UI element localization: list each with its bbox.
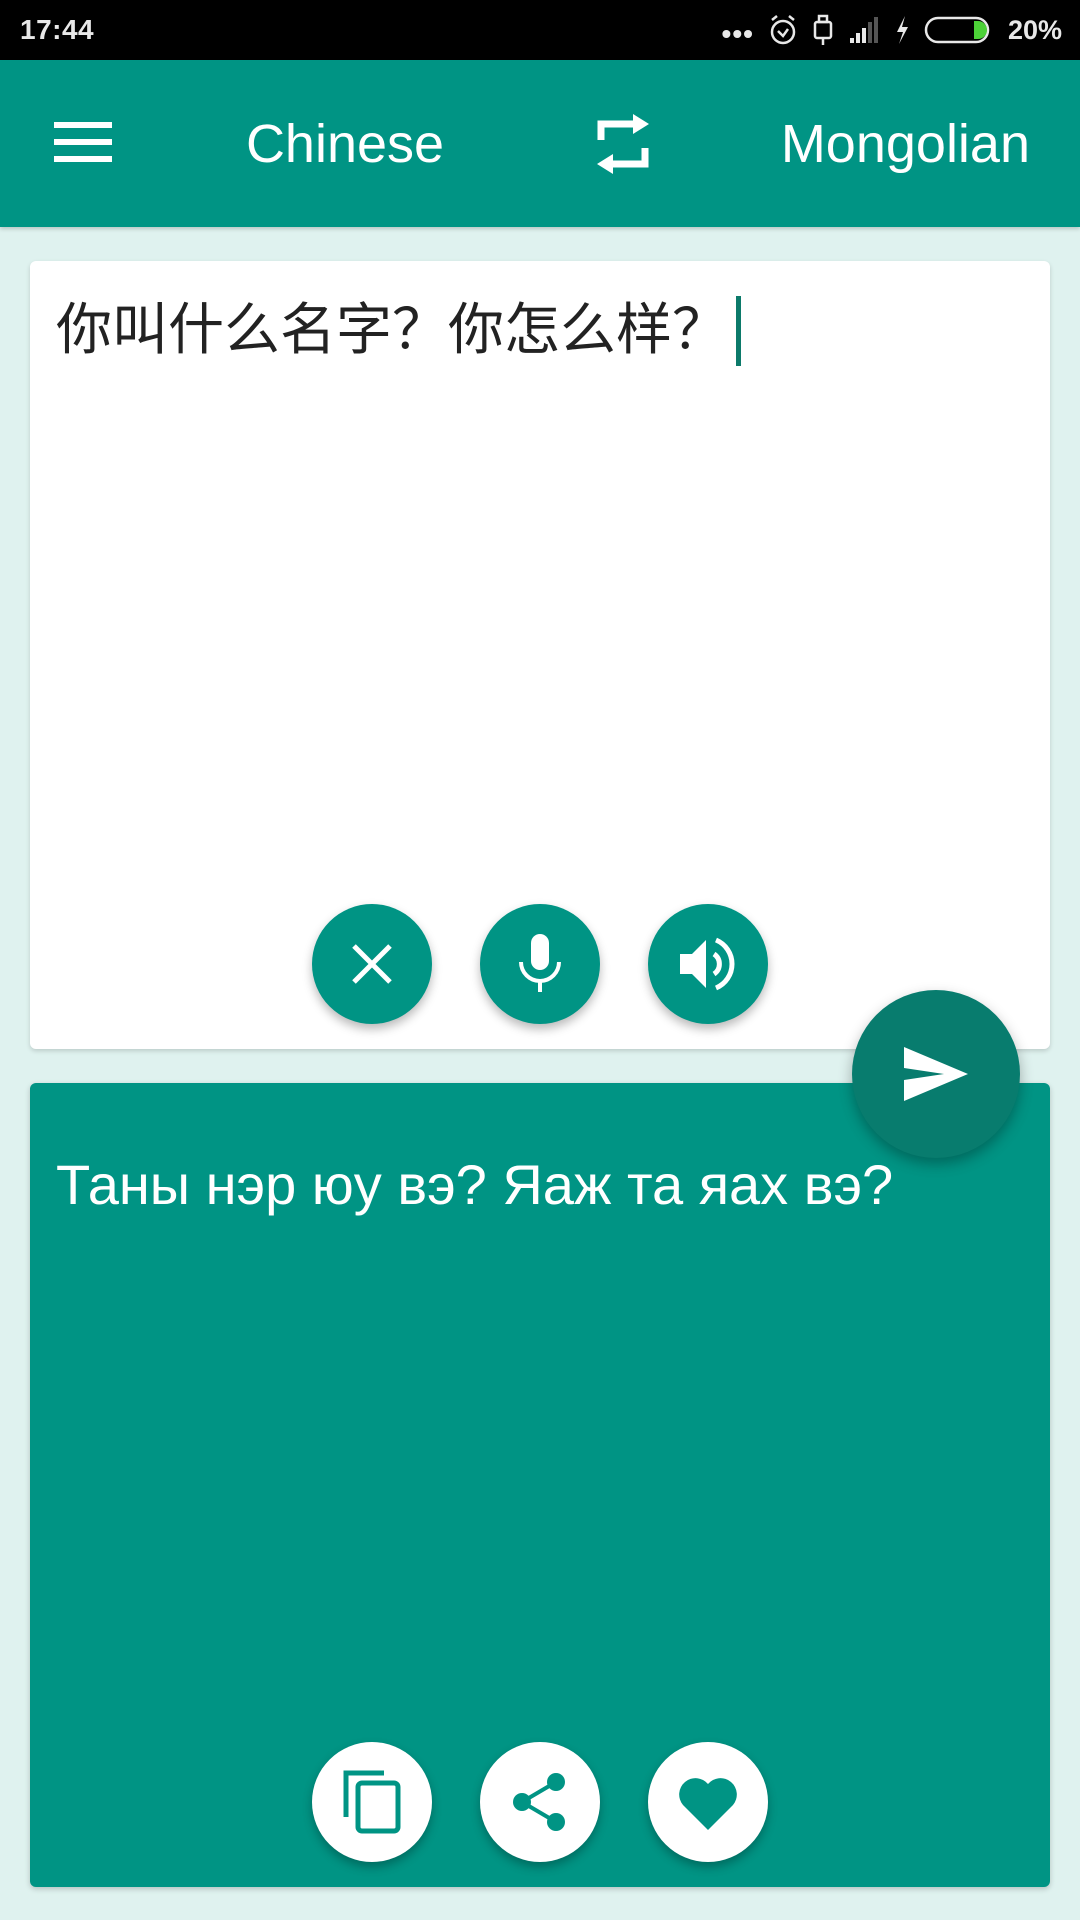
copy-icon [343, 1770, 401, 1834]
app-bar: Chinese Mongolian [0, 60, 1080, 227]
usb-icon [812, 14, 834, 46]
speak-button[interactable] [648, 904, 768, 1024]
source-language-selector[interactable]: Chinese [200, 60, 490, 227]
translation-card: Таны нэр юу вэ? Яаж та яах вэ? [30, 1083, 1050, 1887]
hamburger-menu-icon [54, 122, 112, 162]
send-icon [904, 1047, 968, 1101]
battery-icon [924, 16, 994, 44]
signal-icon [848, 16, 880, 44]
source-text-input[interactable]: 你叫什么名字？你怎么样？ [56, 295, 1020, 368]
menu-button[interactable] [40, 100, 128, 188]
swap-languages-icon [597, 114, 649, 174]
source-text: 你叫什么名字？你怎么样？ [56, 298, 728, 363]
source-text-card: 你叫什么名字？你怎么样？ [30, 261, 1050, 1049]
text-cursor [736, 296, 741, 367]
translated-text: Таны нэр юу вэ? Яаж та яах вэ? [56, 1153, 894, 1216]
status-icons: ••• 20% [722, 12, 1062, 48]
speaker-icon [680, 937, 735, 991]
close-icon [352, 944, 392, 984]
microphone-icon [519, 934, 561, 992]
target-language-selector[interactable]: Mongolian [760, 60, 1060, 227]
favorite-button[interactable] [648, 1742, 768, 1862]
alarm-icon [768, 14, 798, 46]
voice-input-button[interactable] [480, 904, 600, 1024]
charging-icon [894, 15, 910, 45]
status-bar: 17:44 ••• 20% [0, 0, 1080, 60]
clear-button[interactable] [312, 904, 432, 1024]
battery-percent: 20% [1007, 14, 1062, 45]
copy-button[interactable] [312, 1742, 432, 1862]
overflow-dots-icon: ••• [721, 18, 754, 49]
swap-languages-button[interactable] [580, 100, 670, 190]
heart-icon [679, 1778, 737, 1830]
translate-send-button[interactable] [852, 990, 1020, 1158]
share-icon [513, 1773, 565, 1831]
share-button[interactable] [480, 1742, 600, 1862]
status-time: 17:44 [20, 14, 95, 45]
